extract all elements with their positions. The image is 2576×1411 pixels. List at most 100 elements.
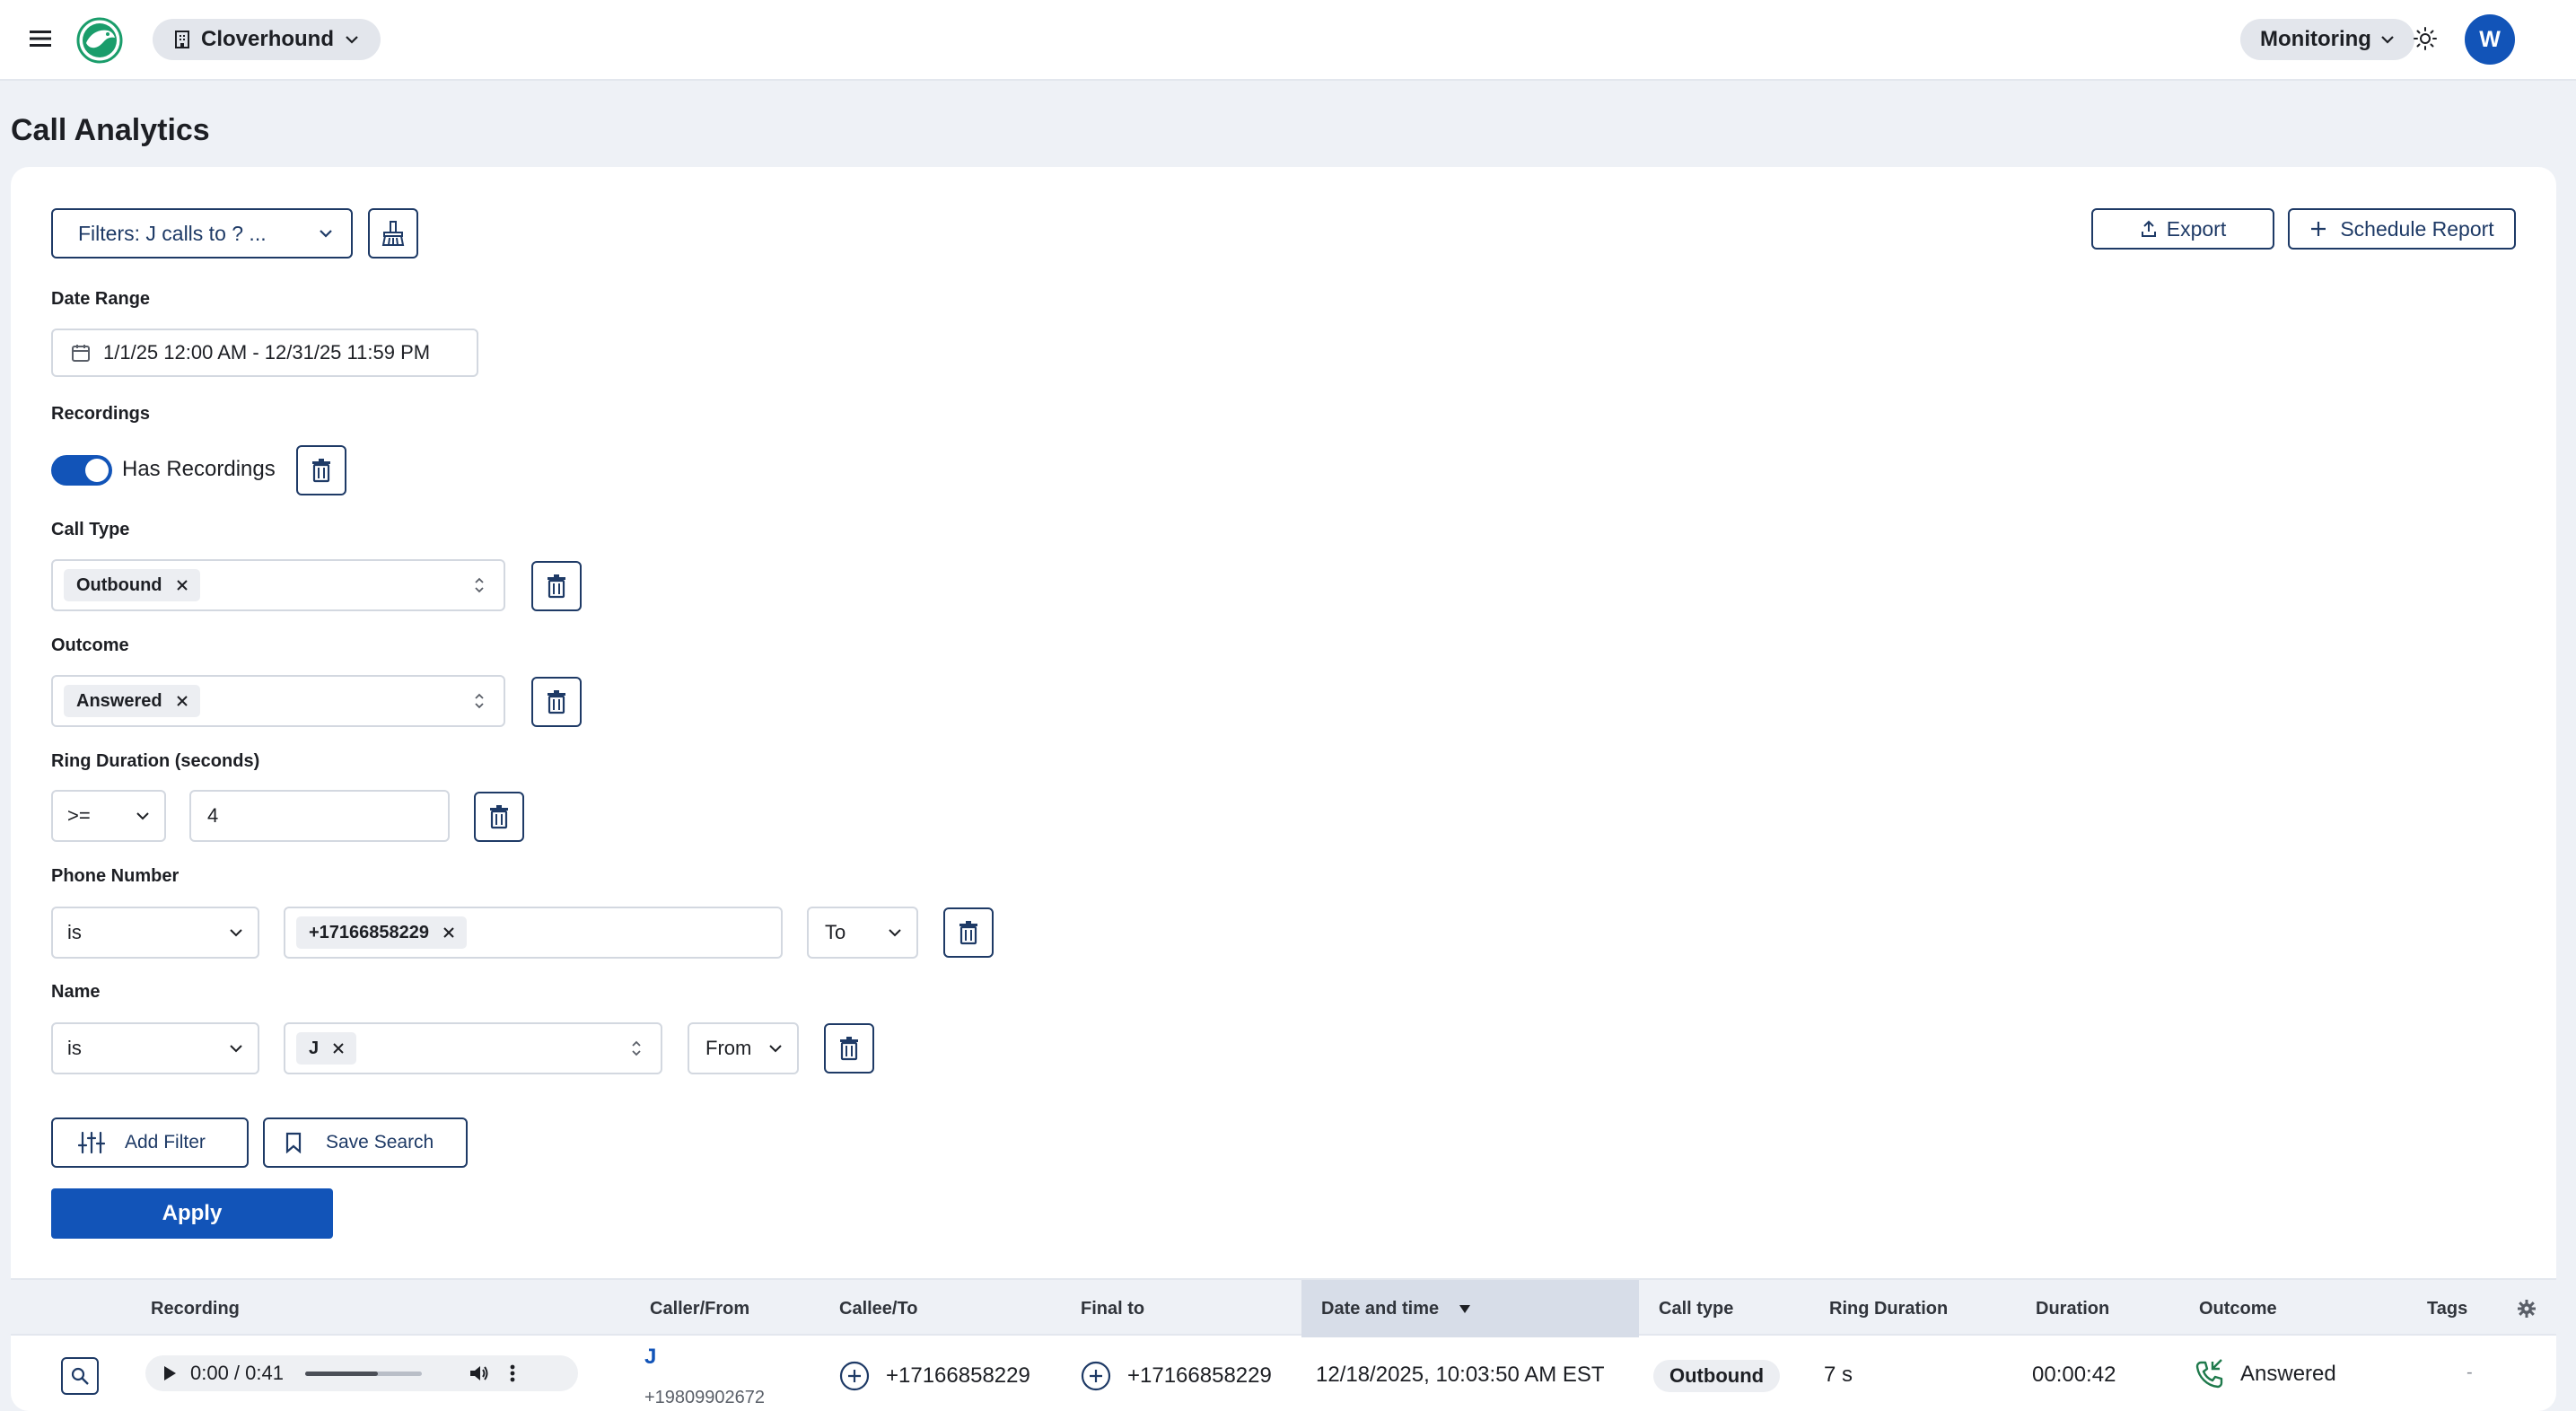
outcome-label: Outcome [51,635,129,655]
name-select[interactable]: J [284,1022,662,1074]
playback-progress-bar[interactable] [304,1371,422,1376]
caller-name-link[interactable]: J [644,1345,656,1370]
column-header-call-type[interactable]: Call type [1659,1280,1733,1337]
add-filter-label: Add Filter [125,1132,206,1152]
clear-filters-button[interactable] [368,208,418,259]
top-bar: Cloverhound Monitoring W [0,0,2576,81]
export-label: Export [2166,216,2227,241]
caller-number: +19809902672 [644,1388,766,1407]
ring-duration-value: 7 s [1824,1363,1853,1387]
toggle-knob [85,459,109,482]
phone-number-chip-label: +17166858229 [309,922,430,942]
close-icon[interactable] [331,1041,346,1056]
call-type-label: Call Type [51,520,130,539]
apply-button[interactable]: Apply [51,1188,333,1239]
add-contact-icon[interactable] [1081,1361,1111,1391]
trash-icon [546,574,567,599]
name-operator-select[interactable]: is [51,1022,259,1074]
more-options-icon[interactable] [510,1363,515,1383]
table-row[interactable]: 0:00 / 0:41 J +19809902672 +17166858229 … [11,1336,2556,1411]
ring-duration-operator-select[interactable]: >= [51,790,166,842]
play-icon[interactable] [162,1364,178,1382]
chevron-down-icon [229,928,243,937]
delete-outcome-filter-button[interactable] [531,677,582,727]
search-icon [70,1366,90,1386]
sort-desc-icon [1459,1303,1471,1314]
cloverhound-logo[interactable] [75,16,124,65]
delete-recordings-filter-button[interactable] [296,445,346,495]
broom-icon [381,220,406,247]
phone-number-label: Phone Number [51,866,180,886]
column-header-duration[interactable]: Duration [2036,1280,2109,1337]
trash-icon [958,920,979,945]
trash-icon [311,458,332,483]
player-time: 0:00 / 0:41 [190,1362,284,1384]
view-call-details-button[interactable] [61,1357,99,1395]
date-range-value: 1/1/25 12:00 AM - 12/31/25 11:59 PM [103,341,431,364]
chevron-down-icon [136,811,150,820]
sliders-icon [78,1131,105,1154]
filters-label: Filters: J calls to ? ... [78,221,267,245]
date-time-value: 12/18/2025, 10:03:50 AM EST [1316,1363,1605,1387]
org-switcher[interactable]: Cloverhound [153,19,381,60]
delete-ring-duration-filter-button[interactable] [474,792,524,842]
column-header-caller[interactable]: Caller/From [650,1280,749,1337]
tags-value: - [2466,1363,2473,1382]
chevron-down-icon [2380,35,2395,44]
column-header-ring-duration[interactable]: Ring Duration [1829,1280,1948,1337]
monitoring-label: Monitoring [2260,27,2371,51]
outcome-value: Answered [2240,1362,2336,1386]
ring-duration-input[interactable]: 4 [189,790,450,842]
delete-name-filter-button[interactable] [824,1023,874,1074]
menu-icon[interactable] [27,25,54,52]
monitoring-dropdown[interactable]: Monitoring [2240,19,2414,60]
phone-number-operator-select[interactable]: is [51,907,259,959]
column-header-tags[interactable]: Tags [2427,1280,2467,1337]
plus-icon [2309,220,2327,238]
delete-phone-number-filter-button[interactable] [943,907,994,958]
building-icon [174,30,190,49]
call-type-select[interactable]: Outbound [51,559,505,611]
outcome-chip-label: Answered [76,690,162,711]
close-icon[interactable] [442,925,456,940]
column-header-date-time[interactable]: Date and time [1301,1280,1639,1337]
audio-player: 0:00 / 0:41 [145,1355,578,1391]
has-recordings-toggle[interactable] [51,455,112,486]
close-icon[interactable] [175,694,189,708]
column-header-outcome[interactable]: Outcome [2199,1280,2277,1337]
volume-icon[interactable] [469,1363,490,1383]
delete-call-type-filter-button[interactable] [531,561,582,611]
close-icon[interactable] [175,578,189,592]
chevron-updown-icon [473,691,486,711]
schedule-report-label: Schedule Report [2340,216,2494,241]
date-range-picker[interactable]: 1/1/25 12:00 AM - 12/31/25 11:59 PM [51,329,478,377]
sun-icon[interactable] [2413,26,2438,51]
upload-icon [2140,219,2158,239]
playback-progress-fill [304,1371,378,1376]
add-filter-button[interactable]: Add Filter [51,1117,249,1168]
column-header-recording[interactable]: Recording [151,1280,240,1337]
column-header-final-to[interactable]: Final to [1081,1280,1144,1337]
has-recordings-label: Has Recordings [122,457,276,481]
user-avatar[interactable]: W [2465,14,2515,65]
name-direction: From [705,1037,752,1059]
export-button[interactable]: Export [2091,208,2274,250]
call-type-chip-label: Outbound [76,574,162,595]
final-to-number: +17166858229 [1127,1363,1272,1388]
schedule-report-button[interactable]: Schedule Report [2288,208,2516,250]
callee-number: +17166858229 [886,1363,1030,1388]
saved-filters-dropdown[interactable]: Filters: J calls to ? ... [51,208,353,259]
chevron-updown-icon [473,575,486,595]
outcome-chip: Answered [64,685,200,717]
phone-number-direction-select[interactable]: To [807,907,918,959]
column-header-callee[interactable]: Callee/To [839,1280,917,1337]
phone-number-input[interactable]: +17166858229 [284,907,783,959]
name-chip: J [296,1032,357,1065]
recordings-label: Recordings [51,404,151,424]
callee-cell: +17166858229 [839,1361,1030,1391]
name-direction-select[interactable]: From [688,1022,799,1074]
gear-icon[interactable] [2517,1280,2537,1337]
save-search-button[interactable]: Save Search [263,1117,468,1168]
outcome-select[interactable]: Answered [51,675,505,727]
add-contact-icon[interactable] [839,1361,870,1391]
